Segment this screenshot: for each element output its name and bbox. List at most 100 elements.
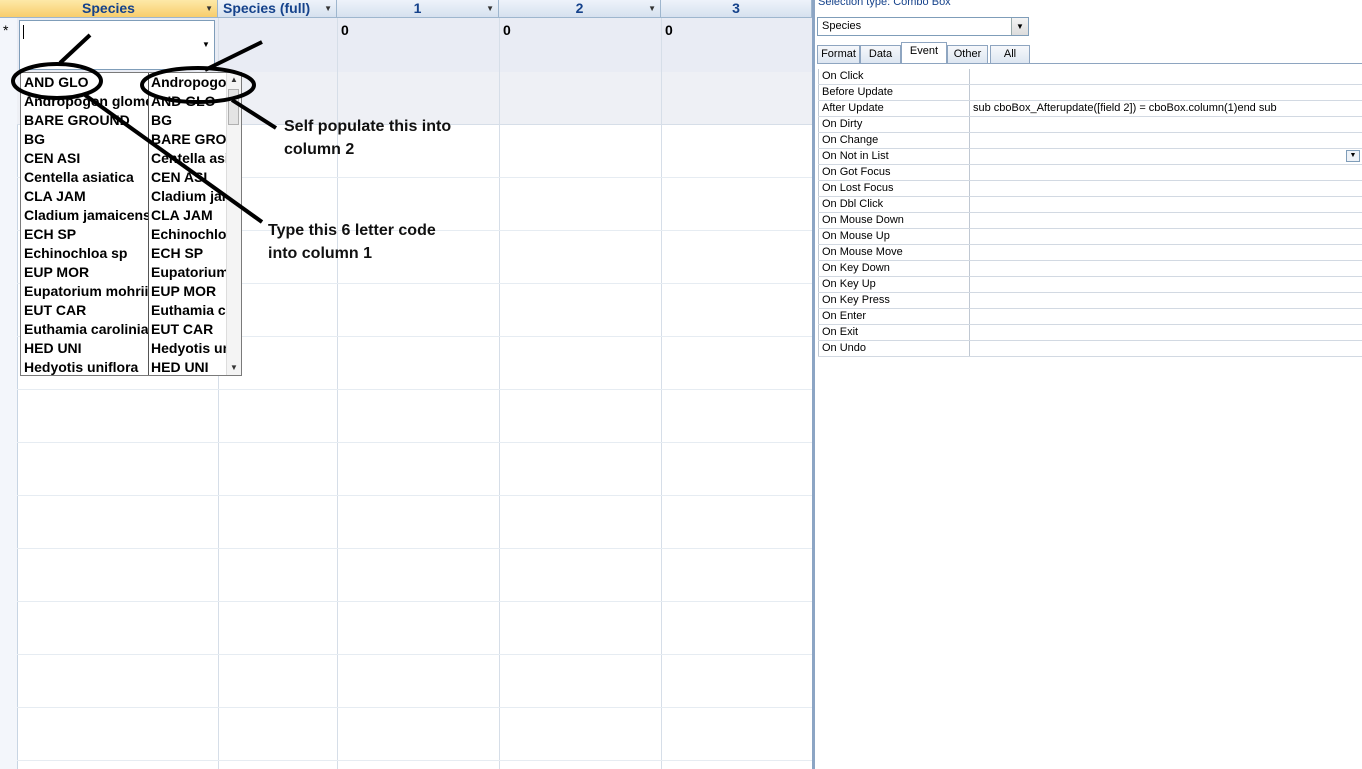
- scrollbar-thumb[interactable]: [228, 89, 239, 125]
- list-item[interactable]: Cladium jamaicense CLA JAM: [21, 206, 227, 225]
- property-value[interactable]: [970, 309, 1362, 324]
- list-item[interactable]: CLA JAM Cladium jamaicense: [21, 187, 227, 206]
- sort-dropdown-icon[interactable]: ▼: [486, 0, 494, 17]
- property-row-on-undo[interactable]: On Undo: [818, 341, 1362, 357]
- property-row-on-enter[interactable]: On Enter: [818, 309, 1362, 325]
- property-row-on-click[interactable]: On Click: [818, 69, 1362, 85]
- property-value[interactable]: [970, 277, 1362, 292]
- cell-value-col-2[interactable]: 0: [503, 22, 511, 38]
- property-name: On Exit: [818, 325, 970, 340]
- tab-event[interactable]: Event: [901, 42, 947, 64]
- property-row-on-key-up[interactable]: On Key Up: [818, 277, 1362, 293]
- list-item[interactable]: Andropogon glomeratusAND GLO: [21, 92, 227, 111]
- property-value[interactable]: [970, 69, 1362, 84]
- tab-label: All: [1003, 48, 1017, 60]
- property-row-before-update[interactable]: Before Update: [818, 85, 1362, 101]
- row-divider: [17, 442, 812, 443]
- list-item[interactable]: BARE GROUND BG: [21, 111, 227, 130]
- list-item[interactable]: BG BARE GROUND: [21, 130, 227, 149]
- species-combo-box[interactable]: ▼: [19, 20, 215, 70]
- list-item[interactable]: EUT CAR Euthamia caroliniana: [21, 301, 227, 320]
- property-row-on-not-in-list[interactable]: On Not in List ▼: [818, 149, 1362, 165]
- tab-data[interactable]: Data: [860, 45, 901, 63]
- list-item-full: Centella asiatica: [151, 150, 227, 166]
- property-value[interactable]: [970, 133, 1362, 148]
- object-selector[interactable]: Species ▼: [817, 17, 1029, 36]
- property-value[interactable]: [970, 245, 1362, 260]
- list-item[interactable]: Euthamia carolinianaEUT CAR: [21, 320, 227, 339]
- list-item-full: Eupatorium mohrii: [151, 264, 227, 280]
- property-value[interactable]: sub cboBox_Afterupdate([field 2]) = cboB…: [970, 101, 1362, 116]
- property-name: On Lost Focus: [818, 181, 970, 196]
- cell-value-col-3[interactable]: 0: [665, 22, 673, 38]
- chevron-down-icon[interactable]: ▼: [1346, 150, 1360, 162]
- property-name: On Key Down: [818, 261, 970, 276]
- list-item-code: CEN ASI: [24, 150, 81, 166]
- property-value[interactable]: [970, 181, 1362, 196]
- list-scrollbar[interactable]: ▲ ▼: [226, 73, 241, 375]
- list-item[interactable]: EUP MOR Eupatorium mohrii: [21, 263, 227, 282]
- property-value[interactable]: [970, 149, 1362, 164]
- property-value[interactable]: [970, 261, 1362, 276]
- sort-dropdown-icon[interactable]: ▼: [205, 0, 213, 17]
- property-sheet: Selection type: Combo Box Species ▼ Form…: [815, 0, 1362, 769]
- list-item[interactable]: Echinochloa sp ECH SP: [21, 244, 227, 263]
- column-header-2[interactable]: 2 ▼: [499, 0, 661, 18]
- list-item-full: CLA JAM: [151, 207, 213, 223]
- property-value[interactable]: [970, 293, 1362, 308]
- scroll-up-icon[interactable]: ▲: [227, 73, 241, 87]
- list-item[interactable]: AND GLO Andropogon glomeratus: [21, 73, 227, 92]
- list-item[interactable]: CEN ASI Centella asiatica: [21, 149, 227, 168]
- chevron-down-icon[interactable]: ▼: [1011, 18, 1028, 35]
- property-value[interactable]: [970, 85, 1362, 100]
- property-value[interactable]: [970, 117, 1362, 132]
- property-row-on-change[interactable]: On Change: [818, 133, 1362, 149]
- list-item-code: Echinochloa sp: [24, 245, 128, 261]
- list-item[interactable]: ECH SP Echinochloa sp: [21, 225, 227, 244]
- property-value[interactable]: [970, 341, 1362, 356]
- list-item[interactable]: Eupatorium mohrii EUP MOR: [21, 282, 227, 301]
- property-row-on-dirty[interactable]: On Dirty: [818, 117, 1362, 133]
- list-item-full: CEN ASI: [151, 169, 208, 185]
- property-row-on-got-focus[interactable]: On Got Focus: [818, 165, 1362, 181]
- list-item[interactable]: HED UNI Hedyotis uniflora: [21, 339, 227, 358]
- property-value[interactable]: [970, 213, 1362, 228]
- cell-value-col-1[interactable]: 0: [341, 22, 349, 38]
- property-row-on-dbl-click[interactable]: On Dbl Click: [818, 197, 1362, 213]
- column-header-species-full[interactable]: Species (full) ▼: [218, 0, 337, 18]
- column-header-1[interactable]: 1 ▼: [337, 0, 499, 18]
- list-item-code: Centella asiatica: [24, 169, 134, 185]
- scroll-down-icon[interactable]: ▼: [227, 361, 241, 375]
- property-value[interactable]: [970, 229, 1362, 244]
- tab-format[interactable]: Format: [817, 45, 860, 63]
- record-selector-column[interactable]: [0, 18, 18, 769]
- new-record-marker: *: [3, 22, 9, 38]
- property-value[interactable]: [970, 325, 1362, 340]
- property-row-on-key-press[interactable]: On Key Press: [818, 293, 1362, 309]
- list-item[interactable]: Centella asiatica CEN ASI: [21, 168, 227, 187]
- tab-other[interactable]: Other: [947, 45, 988, 63]
- property-row-on-key-down[interactable]: On Key Down: [818, 261, 1362, 277]
- property-row-on-mouse-down[interactable]: On Mouse Down: [818, 213, 1362, 229]
- column-header-3[interactable]: 3: [661, 0, 812, 18]
- property-value[interactable]: [970, 165, 1362, 180]
- sort-dropdown-icon[interactable]: ▼: [648, 0, 656, 17]
- sort-dropdown-icon[interactable]: ▼: [324, 0, 332, 17]
- property-row-on-lost-focus[interactable]: On Lost Focus: [818, 181, 1362, 197]
- tab-all[interactable]: All: [990, 45, 1030, 63]
- list-item-full: Euthamia caroliniana: [151, 302, 227, 318]
- property-row-on-exit[interactable]: On Exit: [818, 325, 1362, 341]
- column-header-species[interactable]: Species ▼: [0, 0, 218, 18]
- row-divider: [17, 548, 812, 549]
- combo-dropdown-list[interactable]: AND GLOAndropogon glomeratus Andropogon …: [20, 72, 242, 376]
- property-row-after-update[interactable]: After Update sub cboBox_Afterupdate([fiel…: [818, 101, 1362, 117]
- list-item[interactable]: Hedyotis uniflora HED UNI: [21, 358, 227, 375]
- list-item-code: CLA JAM: [24, 188, 86, 204]
- property-row-on-mouse-move[interactable]: On Mouse Move: [818, 245, 1362, 261]
- list-item-code: EUT CAR: [24, 302, 87, 318]
- combo-dropdown-button[interactable]: ▼: [197, 21, 214, 69]
- column-header-label: 2: [575, 0, 584, 16]
- property-value[interactable]: [970, 197, 1362, 212]
- list-item-code: BG: [24, 131, 45, 147]
- property-row-on-mouse-up[interactable]: On Mouse Up: [818, 229, 1362, 245]
